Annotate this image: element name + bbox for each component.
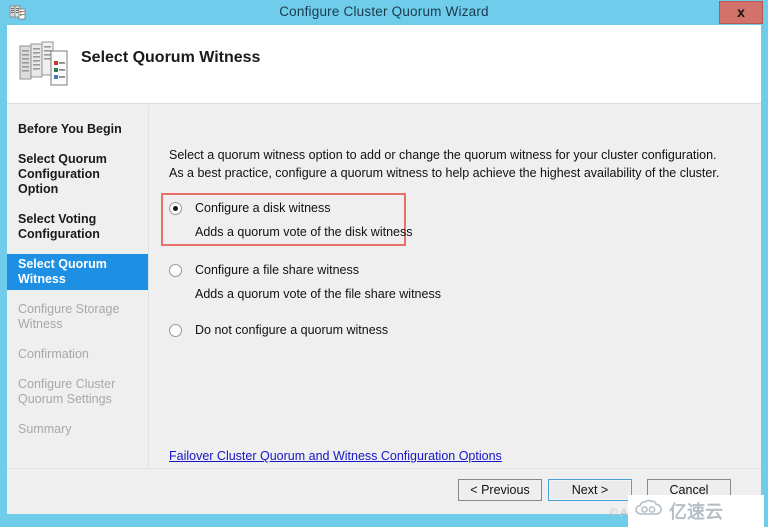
- wizard-client-area: Select Quorum Witness Before You Begin S…: [7, 25, 761, 514]
- radio-label-disk-witness[interactable]: Configure a disk witness: [195, 201, 599, 216]
- radio-disk-witness[interactable]: [169, 202, 182, 215]
- server-cluster-icon: [18, 39, 72, 91]
- sidebar-item-configure-storage-witness: Configure Storage Witness: [18, 302, 120, 331]
- help-link[interactable]: Failover Cluster Quorum and Witness Conf…: [169, 449, 502, 463]
- wizard-content-panel: Select a quorum witness option to add or…: [150, 105, 761, 514]
- sidebar-item-select-quorum-config-option[interactable]: Select Quorum Configuration Option: [7, 149, 148, 200]
- sidebar-item-confirmation: Confirmation: [18, 347, 89, 361]
- cancel-button[interactable]: Cancel: [647, 479, 731, 501]
- radio-file-share-witness[interactable]: [169, 264, 182, 277]
- page-header: Select Quorum Witness: [7, 25, 761, 104]
- radio-option-no-witness[interactable]: Do not configure a quorum witness: [169, 323, 599, 338]
- radio-option-file-share-witness[interactable]: Configure a file share witness Adds a qu…: [169, 263, 599, 302]
- sidebar-item-select-voting-configuration[interactable]: Select Voting Configuration: [7, 209, 148, 245]
- title-bar: Configure Cluster Quorum Wizard x: [0, 0, 768, 25]
- wizard-footer: < Previous Next > Cancel: [7, 468, 761, 514]
- radio-no-witness[interactable]: [169, 324, 182, 337]
- sidebar-item-summary: Summary: [18, 422, 72, 436]
- window-title: Configure Cluster Quorum Wizard: [279, 4, 489, 19]
- radio-option-disk-witness[interactable]: Configure a disk witness Adds a quorum v…: [169, 201, 599, 240]
- sidebar-item-select-quorum-witness[interactable]: Select Quorum Witness: [7, 254, 148, 290]
- sidebar-item-configure-cluster-quorum-settings: Configure Cluster Quorum Settings: [18, 377, 116, 406]
- radio-label-file-share-witness[interactable]: Configure a file share witness: [195, 263, 599, 278]
- next-button[interactable]: Next >: [548, 479, 632, 501]
- wizard-window: Configure Cluster Quorum Wizard x Select…: [0, 0, 768, 527]
- sidebar-item-before-you-begin[interactable]: Before You Begin: [7, 119, 148, 140]
- radio-desc-file-share-witness: Adds a quorum vote of the file share wit…: [195, 287, 441, 301]
- radio-label-no-witness[interactable]: Do not configure a quorum witness: [195, 323, 599, 338]
- page-title: Select Quorum Witness: [81, 49, 261, 66]
- intro-description: Select a quorum witness option to add or…: [169, 148, 720, 180]
- radio-desc-disk-witness: Adds a quorum vote of the disk witness: [195, 225, 413, 239]
- close-button[interactable]: x: [719, 1, 763, 24]
- previous-button[interactable]: < Previous: [458, 479, 542, 501]
- wizard-step-list: Before You Begin Select Quorum Configura…: [7, 105, 149, 514]
